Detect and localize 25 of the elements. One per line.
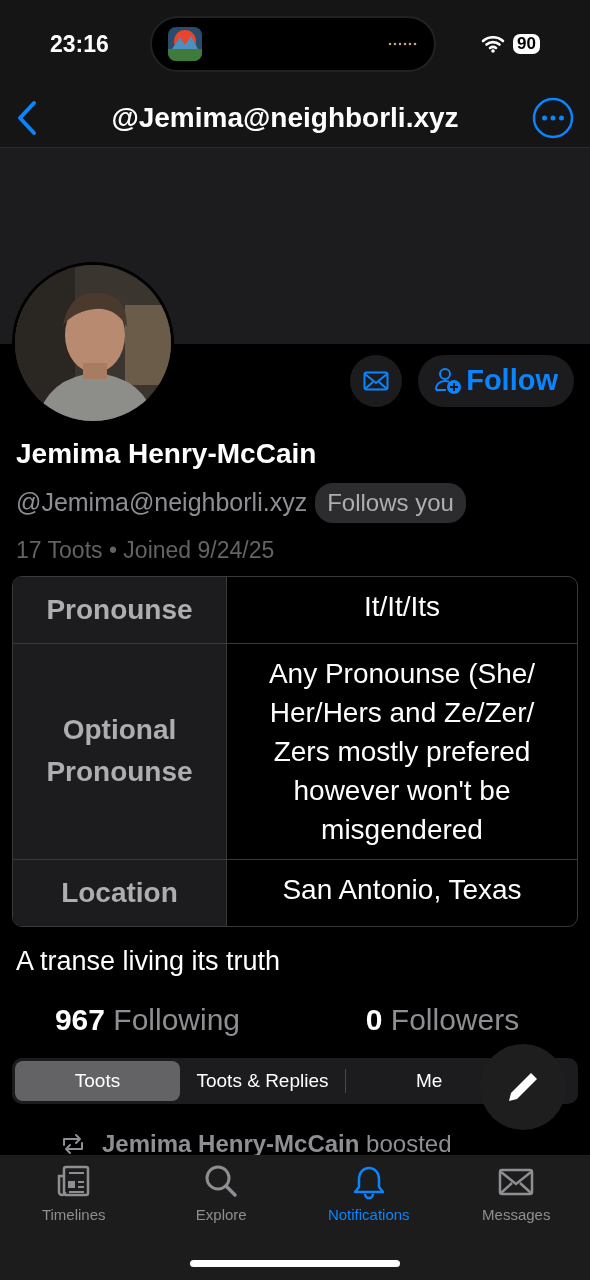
- following-count[interactable]: 967 Following: [54, 1003, 241, 1036]
- display-name: Jemima Henry-McCain: [16, 437, 318, 471]
- boost-label: Jemima Henry-McCain boosted: [102, 1129, 452, 1159]
- field-value: San Antonio, Texas: [226, 859, 577, 926]
- profile-meta: 17 Toots • Joined 9/24/25: [16, 536, 276, 565]
- followers-count[interactable]: 0 Followers: [365, 1003, 520, 1036]
- field-value: It/It/Its: [226, 576, 577, 643]
- segment-tab[interactable]: Toots & Replies: [180, 1061, 345, 1101]
- status-time: 23:16: [50, 29, 109, 59]
- field-label: Pronounse: [13, 576, 226, 643]
- battery-level: 90: [513, 34, 540, 54]
- follows-you-tag: Follows you: [315, 483, 466, 523]
- field-label: Optional Pronounse: [13, 643, 226, 859]
- profile-bio: A transe living its truth: [15, 944, 282, 978]
- nav-title: @Jemima@neighborli.xyz: [111, 101, 459, 135]
- account-handle: @Jemima@neighborli.xyz: [16, 487, 308, 519]
- tab-bar-item[interactable]: Explore: [151, 1163, 292, 1280]
- segment-tab[interactable]: Toots: [15, 1061, 180, 1101]
- field-label: Location: [13, 859, 226, 926]
- follow-button[interactable]: Follow: [418, 355, 574, 407]
- tab-bar-item[interactable]: Messages: [446, 1163, 587, 1280]
- field-value: Any Pronounse (She/ Her/Hers and Ze/Zer/ Zers mostly prefered however won't be misgendered: [226, 643, 577, 859]
- tab-bar-item[interactable]: Timelines: [3, 1163, 144, 1280]
- tab-bar-item[interactable]: Notifications: [298, 1163, 439, 1280]
- segment-tab[interactable]: Me: [346, 1061, 575, 1101]
